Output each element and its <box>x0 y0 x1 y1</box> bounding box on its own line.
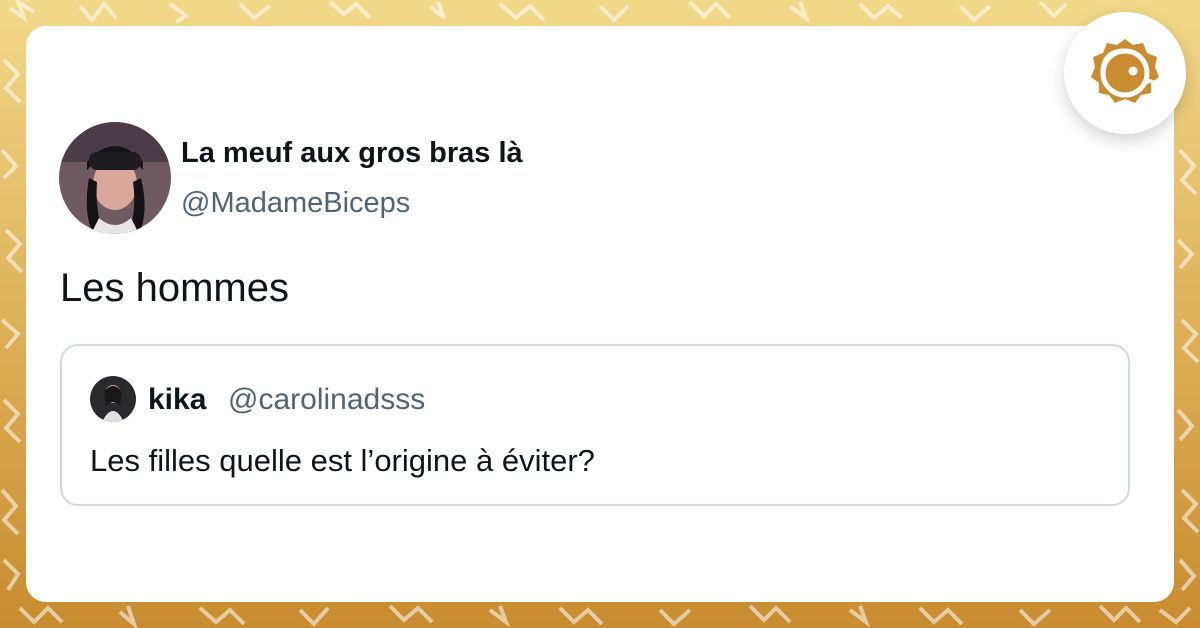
quoted-author-avatar[interactable] <box>90 376 136 422</box>
bird-face-logo-icon <box>1091 39 1159 103</box>
brand-logo-badge[interactable] <box>1064 12 1186 134</box>
quoted-author-name[interactable]: kika <box>148 383 206 417</box>
quoted-author-handle[interactable]: @carolinadsss <box>228 383 425 417</box>
quoted-tweet[interactable]: kika @carolinadsss Les filles quelle est… <box>60 344 1130 506</box>
author-display-name[interactable]: La meuf aux gros bras là <box>181 137 523 170</box>
tweet-card <box>26 26 1174 602</box>
author-handle[interactable]: @MadameBiceps <box>181 187 410 220</box>
author-avatar[interactable] <box>59 122 171 234</box>
quoted-tweet-text: Les filles quelle est l’origine à éviter… <box>90 443 595 478</box>
tweet-text: Les hommes <box>60 266 289 310</box>
